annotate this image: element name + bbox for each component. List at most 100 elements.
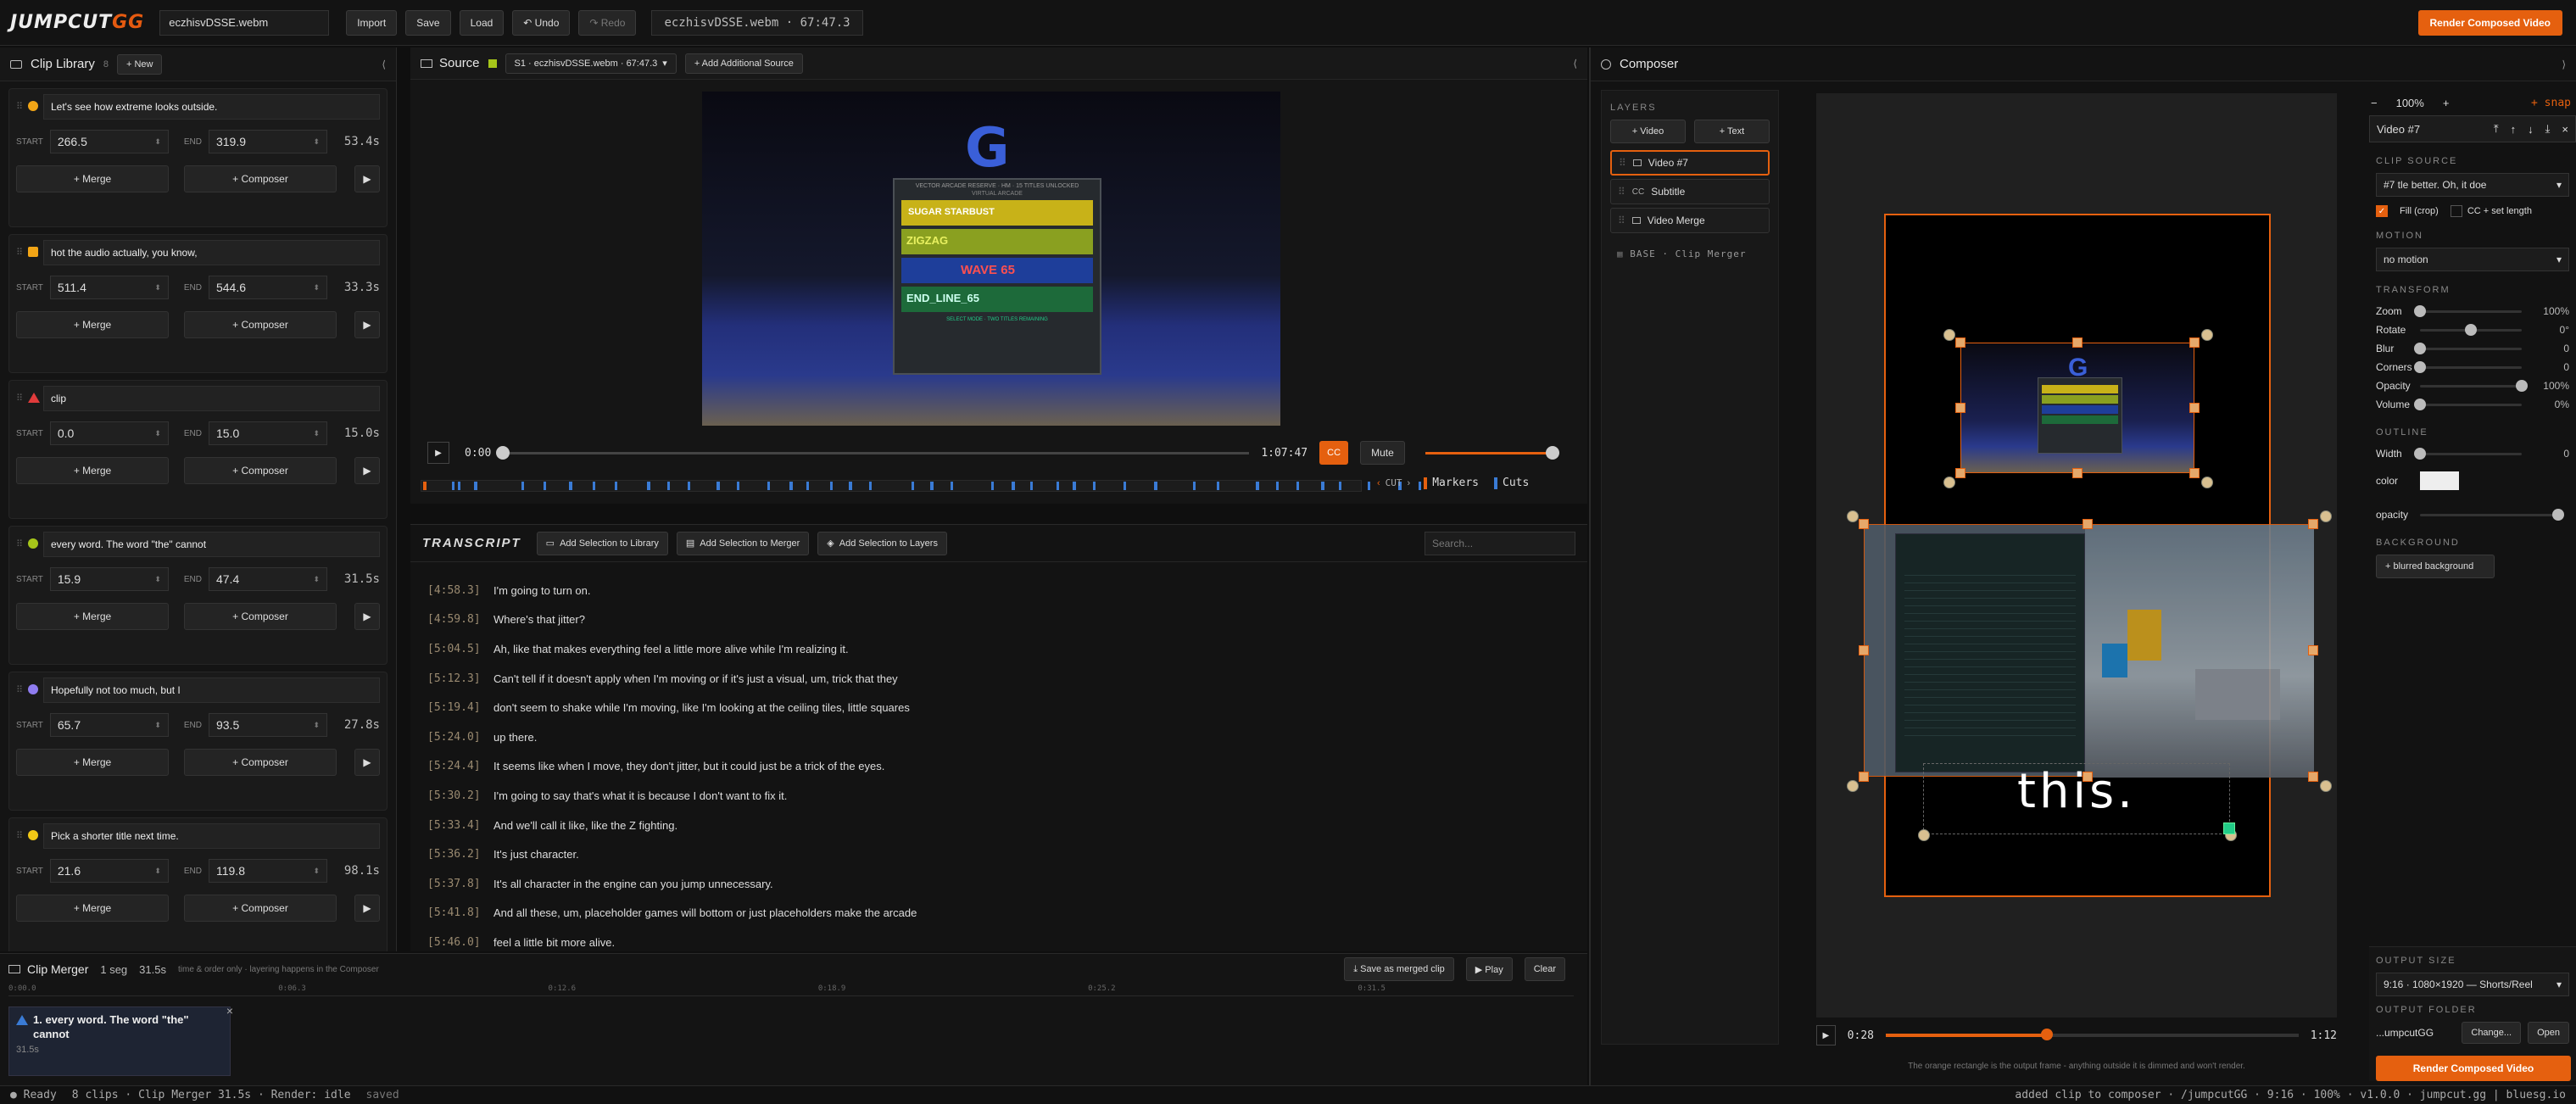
transcript-text[interactable]: It's just character. <box>493 848 579 861</box>
source-video-frame[interactable]: G VECTOR ARCADE RESERVE · HM · 15 TITLES… <box>702 92 1280 426</box>
transcript-line[interactable]: [5:24.4] It seems like when I move, they … <box>410 752 1587 782</box>
resize-handle[interactable] <box>2189 468 2200 478</box>
add-selection-merger-button[interactable]: ▤ Add Selection to Merger <box>676 531 810 555</box>
transcript-text[interactable]: And we'll call it like, like the Z fight… <box>493 819 677 832</box>
cut-marker[interactable] <box>830 482 834 490</box>
transform-slider[interactable] <box>2420 379 2528 392</box>
clip-source-select[interactable]: #7 tle better. Oh, it doe ▾ <box>2376 173 2569 197</box>
add-video-layer-button[interactable]: + Video <box>1610 120 1686 143</box>
rotate-handle[interactable] <box>1943 329 1955 341</box>
clip-start-input[interactable]: 0.0 ⬍ <box>49 421 169 445</box>
transcript-line[interactable]: [5:37.8] It's all character in the engine… <box>410 869 1587 899</box>
remove-segment-icon[interactable]: × <box>226 1004 233 1018</box>
save-button[interactable]: Save <box>405 9 451 36</box>
transcript-text[interactable]: Where's that jitter? <box>493 613 585 626</box>
merge-button[interactable]: + Merge <box>16 457 169 484</box>
composer-canvas[interactable]: G this. <box>1816 93 2337 1018</box>
layer-item[interactable]: ⠿ CC Subtitle <box>1610 179 1770 204</box>
drag-handle-icon[interactable]: ⠿ <box>16 684 23 695</box>
rotate-handle[interactable] <box>1847 510 1859 522</box>
composer-scrubber[interactable] <box>1885 1029 2299 1040</box>
transcript-timestamp[interactable]: [5:37.8] <box>427 878 481 890</box>
resize-handle[interactable] <box>2189 403 2200 413</box>
open-folder-button[interactable]: Open <box>2528 1022 2569 1044</box>
cut-marker[interactable] <box>1192 482 1196 490</box>
cut-marker[interactable] <box>930 482 934 490</box>
transcript-line[interactable]: [5:19.4] don't seem to shake while I'm mo… <box>410 693 1587 722</box>
zoom-out-button[interactable]: − <box>2371 97 2378 109</box>
rotate-handle[interactable] <box>1943 477 1955 488</box>
transcript-text[interactable]: don't seem to shake while I'm moving, li… <box>493 701 910 714</box>
transcript-timestamp[interactable]: [5:36.2] <box>427 848 481 861</box>
resize-handle[interactable] <box>2308 519 2318 529</box>
merger-clear-button[interactable]: Clear <box>1524 957 1565 981</box>
clip-start-input[interactable]: 15.9 ⬍ <box>49 567 169 591</box>
merger-play-button[interactable]: ▶ Play <box>1465 957 1513 981</box>
output-size-select[interactable]: 9:16 · 1080×1920 — Shorts/Reel ▾ <box>2376 973 2569 996</box>
rotate-handle[interactable] <box>2201 329 2213 341</box>
cut-marker[interactable] <box>716 482 720 490</box>
clip-play-button[interactable]: ▶ <box>354 895 380 922</box>
resize-handle[interactable] <box>2189 337 2200 348</box>
cut-marker[interactable] <box>1296 482 1299 490</box>
composer-play-button[interactable]: ▶ <box>1816 1025 1836 1045</box>
move-down-icon[interactable]: ↓ <box>2528 123 2534 136</box>
transcript-line[interactable]: [5:36.2] It's just character. <box>410 839 1587 869</box>
move-up-icon[interactable]: ↑ <box>2511 123 2517 136</box>
cut-marker[interactable] <box>615 482 617 490</box>
rotate-handle[interactable] <box>1918 829 1930 841</box>
clip-card[interactable]: ⠿ hot the audio actually, you know, STAR… <box>8 234 388 373</box>
cut-marker[interactable] <box>647 482 651 490</box>
cut-marker[interactable] <box>592 482 595 490</box>
cut-marker[interactable] <box>688 482 691 490</box>
transcript-line[interactable]: [5:33.4] And we'll call it like, like the… <box>410 811 1587 840</box>
send-to-composer-button[interactable]: + Composer <box>184 603 337 630</box>
transcript-text[interactable]: Can't tell if it doesn't apply when I'm … <box>493 672 898 685</box>
transcript-timestamp[interactable]: [5:41.8] <box>427 906 481 919</box>
merge-button[interactable]: + Merge <box>16 749 169 776</box>
transcript-text[interactable]: It seems like when I move, they don't ji… <box>493 760 884 772</box>
render-composed-video-button[interactable]: Render Composed Video <box>2376 1056 2571 1081</box>
send-to-composer-button[interactable]: + Composer <box>184 165 337 192</box>
clip-card[interactable]: ⠿ Hopefully not too much, but I START 65… <box>8 672 388 811</box>
cut-marker[interactable] <box>737 482 739 490</box>
merge-button[interactable]: + Merge <box>16 165 169 192</box>
transcript-line[interactable]: [4:59.8] Where's that jitter? <box>410 605 1587 635</box>
merge-button[interactable]: + Merge <box>16 603 169 630</box>
clip-start-input[interactable]: 65.7 ⬍ <box>49 713 169 737</box>
transcript-line[interactable]: [5:24.0] up there. <box>410 722 1587 752</box>
send-to-composer-button[interactable]: + Composer <box>184 457 337 484</box>
transcript-text[interactable]: And all these, um, placeholder games wil… <box>493 906 917 919</box>
composer-scrubber-knob[interactable] <box>2040 1029 2053 1040</box>
send-to-composer-button[interactable]: + Composer <box>184 895 337 922</box>
add-source-button[interactable]: + Add Additional Source <box>684 53 803 74</box>
transcript-timestamp[interactable]: [5:12.3] <box>427 672 481 685</box>
transcript-search-input[interactable]: Search... <box>1425 531 1575 555</box>
cut-marker[interactable] <box>789 482 794 490</box>
add-selection-library-button[interactable]: ▭ Add Selection to Library <box>536 531 668 555</box>
marker-strip[interactable] <box>421 480 1421 492</box>
layer-item[interactable]: ⠿ Video #7 <box>1610 150 1770 176</box>
transcript-line[interactable]: [4:58.3] I'm going to turn on. <box>410 576 1587 605</box>
drag-handle-icon[interactable]: ⠿ <box>16 393 23 404</box>
resize-handle[interactable] <box>1955 403 1965 413</box>
resize-handle[interactable] <box>1859 645 1869 655</box>
to-bottom-icon[interactable]: ⤓ <box>2545 122 2551 136</box>
drag-handle-icon[interactable]: ⠿ <box>16 247 23 258</box>
cut-marker[interactable] <box>521 482 524 490</box>
source-play-button[interactable]: ▶ <box>427 442 449 464</box>
source-select[interactable]: S1 · eczhisvDSSE.webm · 67:47.3 ▾ <box>505 53 677 74</box>
clip-start-input[interactable]: 511.4 ⬍ <box>49 276 169 299</box>
resize-handle[interactable] <box>2083 519 2093 529</box>
transcript-line[interactable]: [5:30.2] I'm going to say that's what it … <box>410 781 1587 811</box>
rotate-handle[interactable] <box>2201 477 2213 488</box>
expand-composer-button[interactable]: ⟩ <box>2562 59 2566 70</box>
transcript-text[interactable]: It's all character in the engine can you… <box>493 878 773 890</box>
transcript-timestamp[interactable]: [5:33.4] <box>427 819 481 832</box>
collapse-source-button[interactable]: ⟨ <box>1573 58 1577 70</box>
transcript-text[interactable]: feel a little bit more alive. <box>493 936 615 949</box>
cut-marker[interactable] <box>1154 482 1157 490</box>
snap-toggle[interactable]: + snap <box>2531 97 2571 109</box>
cut-marker[interactable] <box>474 482 478 490</box>
transform-slider[interactable] <box>2414 398 2522 410</box>
